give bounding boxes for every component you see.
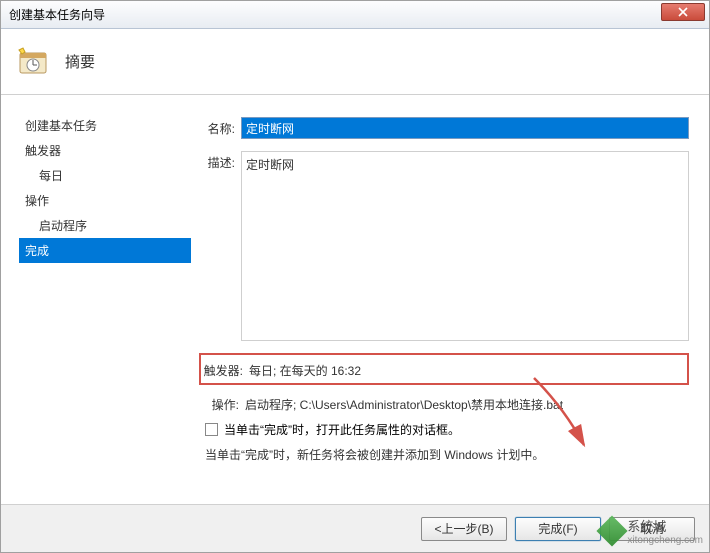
trigger-value: 每日; 在每天的 16:32 [249, 359, 685, 379]
desc-label: 描述: [199, 151, 241, 171]
finish-button[interactable]: 完成(F) [515, 517, 601, 541]
open-properties-checkbox[interactable] [205, 423, 218, 436]
trigger-label: 触发器: [203, 359, 249, 379]
watermark-logo-icon [597, 515, 628, 546]
sidebar-item-trigger[interactable]: 触发器 [19, 138, 191, 163]
name-label: 名称: [199, 117, 241, 137]
name-input[interactable] [241, 117, 689, 139]
close-button[interactable] [661, 3, 705, 21]
desc-textarea[interactable]: 定时断网 [241, 151, 689, 341]
watermark-url: xitongcheng.com [627, 535, 703, 546]
name-row: 名称: [199, 117, 689, 139]
wizard-dialog: 创建基本任务向导 摘要 创建基本任务 触发器 每日 操作 启动程序 完成 [0, 0, 710, 553]
action-value: 启动程序; C:\Users\Administrator\Desktop\禁用本… [245, 393, 689, 413]
action-label: 操作: [199, 393, 245, 413]
watermark-brand: 系统城 [627, 516, 703, 535]
sidebar-item-start-program[interactable]: 启动程序 [19, 213, 191, 238]
action-row: 操作: 启动程序; C:\Users\Administrator\Desktop… [199, 393, 689, 413]
wizard-icon [17, 46, 49, 78]
body-section: 创建基本任务 触发器 每日 操作 启动程序 完成 名称: 描述: 定时断网 触发… [1, 95, 709, 505]
watermark: 系统城 xitongcheng.com [601, 516, 703, 546]
arrow-annotation [529, 373, 599, 453]
sidebar-item-create-task[interactable]: 创建基本任务 [19, 113, 191, 138]
sidebar-item-daily[interactable]: 每日 [19, 163, 191, 188]
dialog-title: 创建基本任务向导 [9, 6, 105, 23]
main-content: 名称: 描述: 定时断网 触发器: 每日; 在每天的 16:32 操作: 启动程… [191, 95, 709, 505]
header-section: 摘要 [1, 29, 709, 95]
page-title: 摘要 [65, 51, 95, 72]
sidebar: 创建基本任务 触发器 每日 操作 启动程序 完成 [1, 95, 191, 505]
sidebar-item-action[interactable]: 操作 [19, 188, 191, 213]
desc-row: 描述: 定时断网 [199, 151, 689, 341]
open-properties-row: 当单击“完成”时，打开此任务属性的对话框。 [199, 421, 689, 438]
open-properties-label: 当单击“完成”时，打开此任务属性的对话框。 [224, 421, 460, 438]
titlebar: 创建基本任务向导 [1, 1, 709, 29]
info-text: 当单击“完成”时，新任务将会被创建并添加到 Windows 计划中。 [199, 446, 689, 463]
close-icon [678, 7, 688, 17]
back-button[interactable]: <上一步(B) [421, 517, 507, 541]
trigger-row-highlighted: 触发器: 每日; 在每天的 16:32 [199, 353, 689, 385]
sidebar-item-finish[interactable]: 完成 [19, 238, 191, 263]
